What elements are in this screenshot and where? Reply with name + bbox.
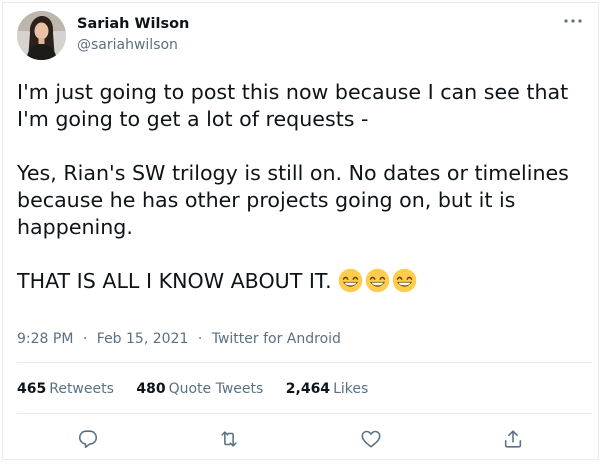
tweet-line: Yes, Rian's SW trilogy is still on. No d… [17,161,569,185]
retweets-label: Retweets [49,381,114,397]
like-icon[interactable] [360,428,382,450]
quote-tweets-stat[interactable]: 480 Quote Tweets [136,381,267,397]
tweet-line: I'm going to get a lot of requests - [17,107,369,131]
divider [17,362,592,363]
tweet-time[interactable]: 9:28 PM [17,331,73,347]
likes-count: 2,464 [285,381,331,397]
likes-stat[interactable]: 2,464 Likes [286,381,369,397]
quote-tweets-count: 480 [136,381,166,397]
tweet-date[interactable]: Feb 15, 2021 [97,331,189,347]
tweet-card: Sariah Wilson @sariahwilson I'm just goi… [0,0,609,465]
tweet-line: THAT IS ALL I KNOW ABOUT IT. [17,269,332,293]
grinning-face-icon [392,268,417,293]
meta-separator: · [197,331,203,347]
grinning-face-icon [365,268,390,293]
action-bar [0,428,609,450]
retweets-stat[interactable]: 465 Retweets [17,381,118,397]
retweet-icon[interactable] [218,428,240,450]
author-handle[interactable]: @sariahwilson [77,37,178,53]
tweet-line: because he has other projects going on, … [17,188,516,212]
tweet-source[interactable]: Twitter for Android [212,331,341,347]
more-horizontal-icon[interactable] [562,13,584,29]
meta-separator: · [82,331,88,347]
likes-label: Likes [333,381,369,397]
share-icon[interactable] [502,428,524,450]
author-name[interactable]: Sariah Wilson [77,16,189,32]
tweet-meta: 9:28 PM · Feb 15, 2021 · Twitter for And… [17,331,341,347]
avatar[interactable] [17,11,66,60]
retweets-count: 465 [17,381,47,397]
tweet-text: I'm just going to post this now because … [17,79,592,295]
grinning-face-icon [338,268,363,293]
tweet-last-line: THAT IS ALL I KNOW ABOUT IT. [17,268,592,295]
divider [17,413,592,414]
quote-tweets-label: Quote Tweets [168,381,264,397]
tweet-line: I'm just going to post this now because … [17,80,569,104]
tweet-line: happening. [17,215,133,239]
reply-icon[interactable] [77,428,99,450]
tweet-stats: 465 Retweets 480 Quote Tweets 2,464 Likes [17,381,386,397]
